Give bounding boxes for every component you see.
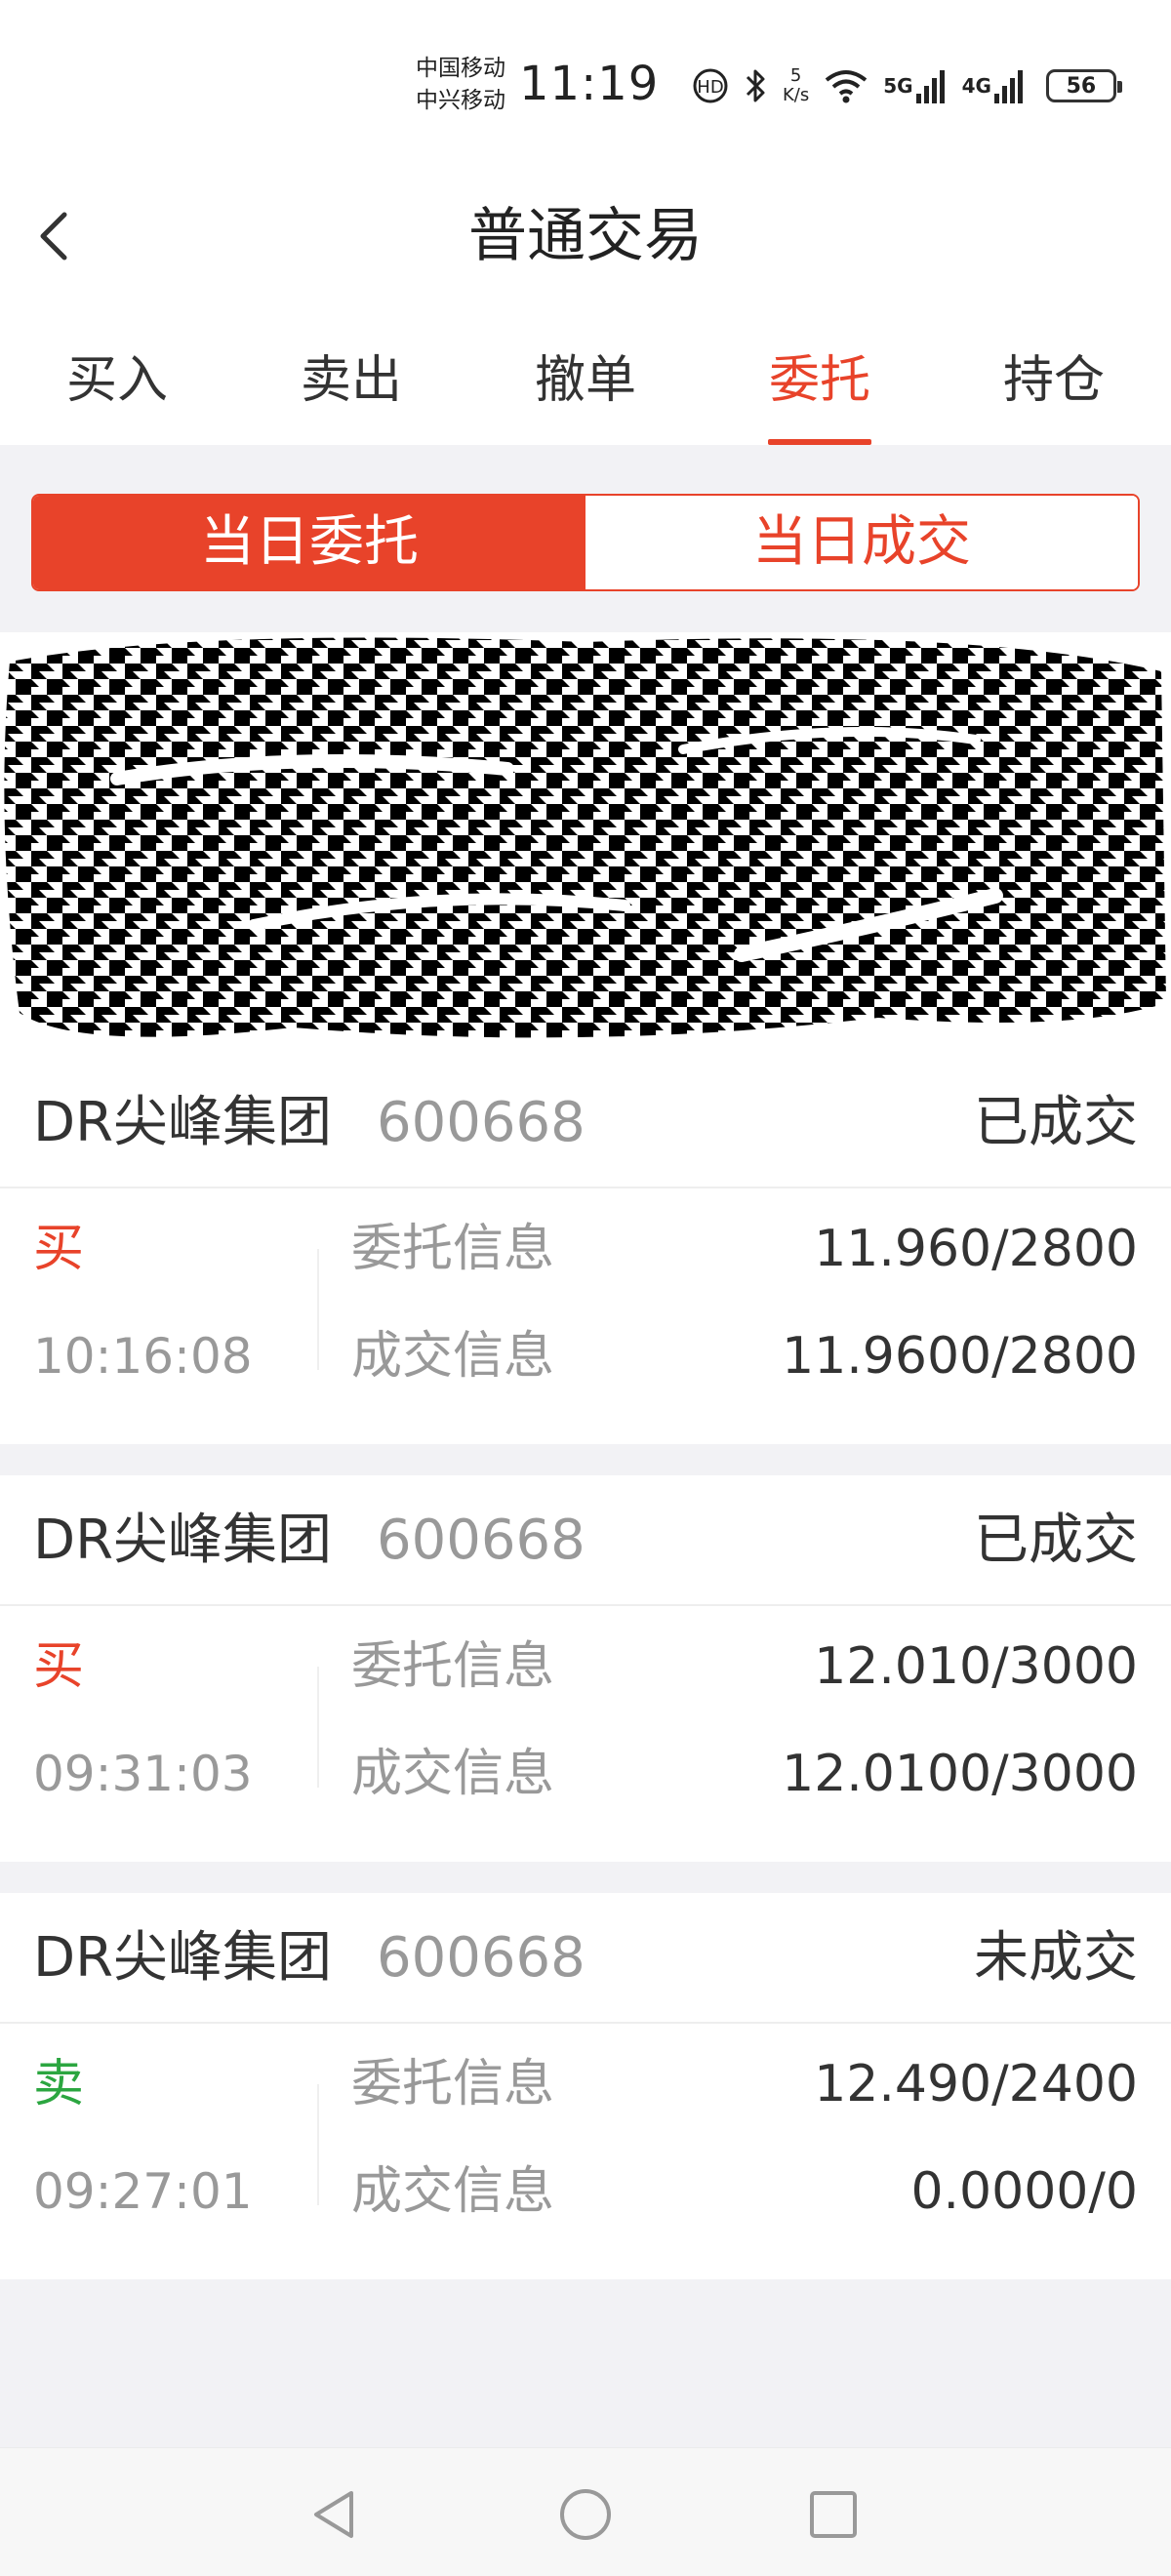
app-header: 普通交易 [0, 166, 1171, 302]
trading-screen: 中国移动 中兴移动 11:19 HD 5 K/s 5G 4G 56 普通交易 买… [0, 0, 1171, 2576]
order-info-value: 11.960/2800 [814, 1220, 1138, 1278]
bluetooth-icon [744, 66, 769, 105]
order-header: DR尖峰集团 600668 未成交 [0, 1893, 1171, 2024]
hd-call-icon: HD [691, 66, 730, 105]
segment-today-fills[interactable]: 当日成交 [586, 496, 1138, 589]
segment-today-orders[interactable]: 当日委托 [33, 496, 586, 589]
fill-info-label: 成交信息 [351, 1745, 555, 1803]
speed-unit: K/s [783, 85, 810, 105]
order-header: DR尖峰集团 600668 已成交 [0, 1475, 1171, 1606]
order-card[interactable]: DR尖峰集团 600668 已成交 买 09:31:03 委托信息 12.010… [0, 1475, 1171, 1862]
svg-text:HD: HD [697, 77, 723, 98]
order-info-label: 委托信息 [351, 2055, 555, 2113]
signal-4g: 4G [962, 66, 1027, 105]
order-time: 10:16:08 [33, 1328, 253, 1385]
carrier-2: 中兴移动 [416, 88, 505, 113]
orders-segment: 当日委托 当日成交 [31, 494, 1140, 591]
signal-5g: 5G [883, 66, 948, 105]
wifi-icon [823, 66, 869, 105]
status-bar: 中国移动 中兴移动 11:19 HD 5 K/s 5G 4G 56 [0, 0, 1171, 166]
circle-home-icon[interactable] [554, 2483, 617, 2546]
stock-code: 600668 [377, 1509, 586, 1572]
status-time: 11:19 [519, 57, 660, 111]
tab-buy[interactable]: 买入 [0, 302, 234, 445]
fill-info-label: 成交信息 [351, 1327, 555, 1386]
order-status: 未成交 [974, 1926, 1138, 1990]
order-header: DR尖峰集团 600668 已成交 [0, 1058, 1171, 1188]
network-speed: 5 K/s [783, 66, 809, 105]
page-title: 普通交易 [468, 202, 703, 270]
divider [317, 1249, 319, 1370]
stock-name: DR尖峰集团 [33, 1091, 333, 1154]
status-icons: HD 5 K/s 5G 4G 56 [691, 62, 1122, 109]
trade-tabs: 买入 卖出 撤单 委托 持仓 [0, 302, 1171, 445]
order-side: 买 [33, 1637, 85, 1696]
carrier-info: 中国移动 中兴移动 [416, 53, 505, 117]
order-card[interactable]: DR尖峰集团 600668 已成交 买 10:16:08 委托信息 11.960… [0, 1058, 1171, 1444]
stock-name: DR尖峰集团 [33, 1926, 333, 1990]
battery-level: 56 [1045, 69, 1122, 102]
order-status: 已成交 [974, 1091, 1138, 1154]
order-time: 09:27:01 [33, 2163, 253, 2220]
redacted-order [0, 632, 1171, 1058]
order-time: 09:31:03 [33, 1746, 253, 1802]
tab-sell[interactable]: 卖出 [234, 302, 468, 445]
battery-icon: 56 [1045, 69, 1122, 102]
redaction-scribble [4, 637, 1166, 1038]
speed-value: 5 [789, 65, 802, 86]
tab-cancel[interactable]: 撤单 [468, 302, 703, 445]
tab-positions[interactable]: 持仓 [937, 302, 1171, 445]
square-recent-icon[interactable] [802, 2483, 865, 2546]
stock-code: 600668 [377, 1091, 586, 1154]
signal-bars-icon [915, 70, 945, 103]
divider [317, 2084, 319, 2205]
stock-name: DR尖峰集团 [33, 1509, 333, 1572]
tab-orders[interactable]: 委托 [703, 302, 937, 445]
order-side: 卖 [33, 2055, 85, 2113]
order-side: 买 [33, 1220, 85, 1278]
triangle-back-icon[interactable] [304, 2483, 367, 2546]
carrier-1: 中国移动 [416, 56, 505, 81]
order-status: 已成交 [974, 1509, 1138, 1572]
fill-info-value: 0.0000/0 [910, 2162, 1138, 2221]
order-card[interactable]: DR尖峰集团 600668 未成交 卖 09:27:01 委托信息 12.490… [0, 1893, 1171, 2279]
net-5g-label: 5G [883, 74, 913, 98]
order-info-value: 12.010/3000 [814, 1637, 1138, 1696]
order-info-label: 委托信息 [351, 1220, 555, 1278]
order-info-label: 委托信息 [351, 1637, 555, 1696]
system-nav-bar [0, 2447, 1171, 2576]
stock-code: 600668 [377, 1926, 586, 1990]
fill-info-value: 12.0100/3000 [782, 1745, 1138, 1803]
order-info-value: 12.490/2400 [814, 2055, 1138, 2113]
net-4g-label: 4G [961, 74, 991, 98]
divider [317, 1667, 319, 1788]
fill-info-label: 成交信息 [351, 2162, 555, 2221]
signal-bars-icon [993, 70, 1023, 103]
fill-info-value: 11.9600/2800 [782, 1327, 1138, 1386]
